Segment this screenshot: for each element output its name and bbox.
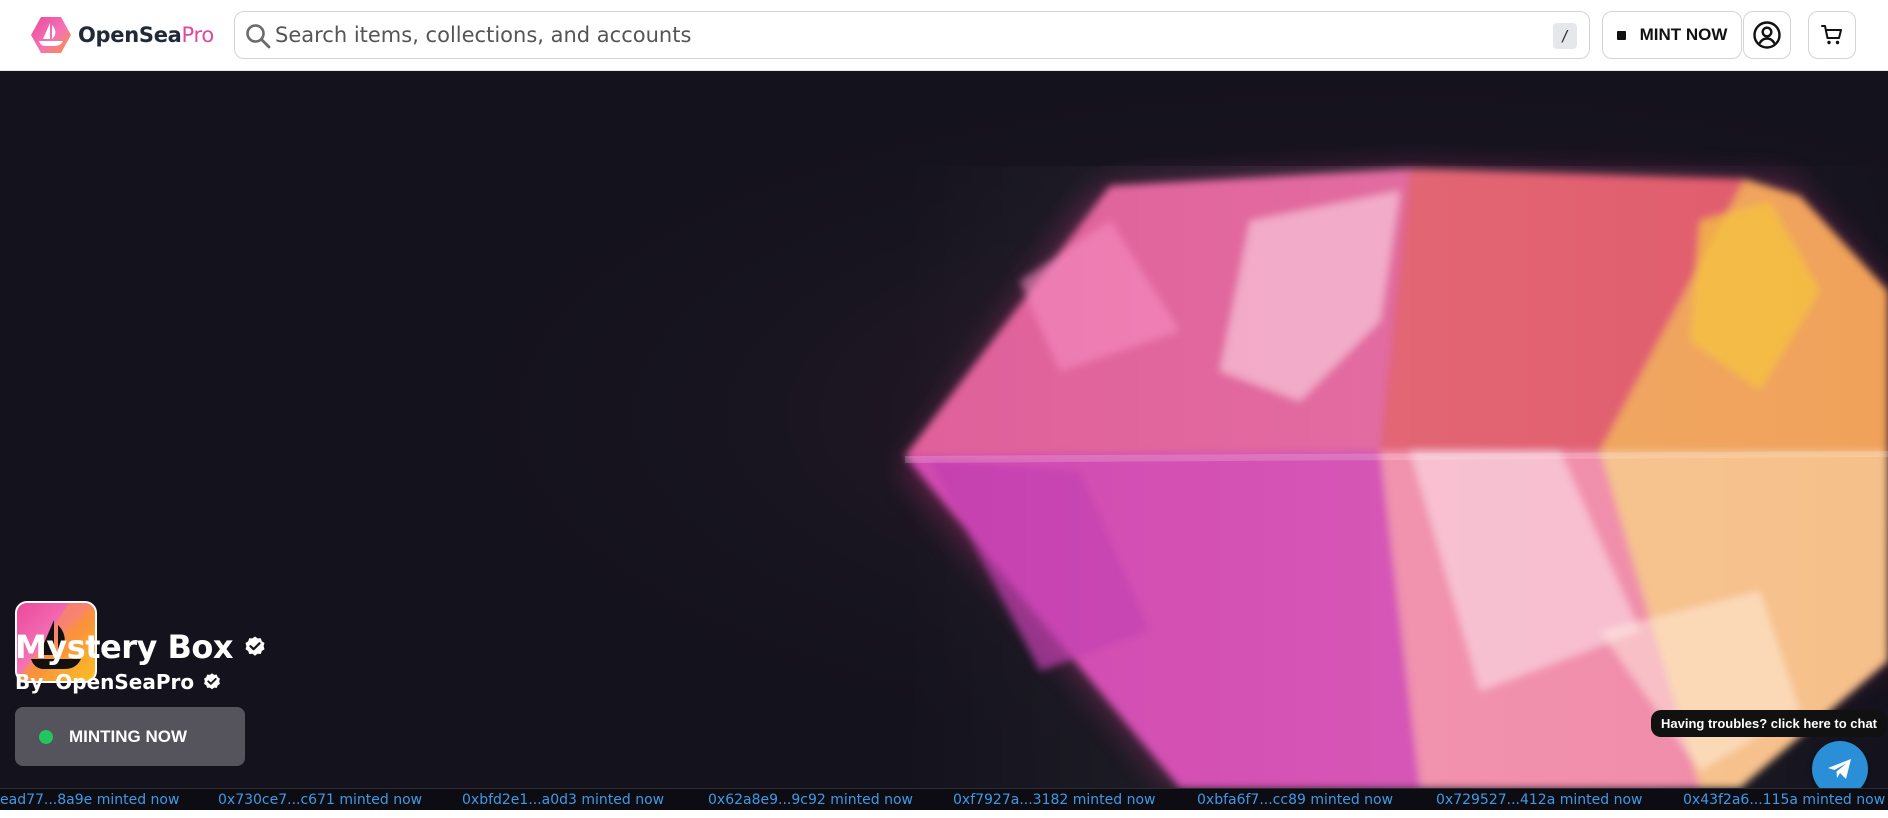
by-label: By xyxy=(15,670,44,694)
search-input[interactable] xyxy=(275,18,1525,52)
account-button[interactable] xyxy=(1743,11,1791,59)
collection-hero-banner: Mystery Box By OpenSeaPro MINTING NOW Ha… xyxy=(0,71,1888,788)
mint-now-button[interactable]: MINT NOW xyxy=(1602,11,1742,59)
ticker-item[interactable]: 0x43f2a6...115a minted now xyxy=(1683,792,1885,808)
collection-title-row: Mystery Box xyxy=(15,628,267,666)
logo-pro-text: Pro xyxy=(181,23,215,47)
ticker-item[interactable]: 0xf7927a...3182 minted now xyxy=(953,792,1156,808)
creator-row: By OpenSeaPro xyxy=(15,670,222,694)
search-icon xyxy=(246,24,271,49)
ticker-item[interactable]: ead77...8a9e minted now xyxy=(0,792,179,808)
minting-now-status[interactable]: MINTING NOW xyxy=(15,707,245,766)
page: OpenSea Pro / MINT NOW xyxy=(0,0,1888,818)
chat-button[interactable] xyxy=(1812,741,1868,788)
collection-title: Mystery Box xyxy=(15,628,234,666)
cart-button[interactable] xyxy=(1808,11,1856,59)
square-icon xyxy=(1616,30,1626,40)
chat-tooltip[interactable]: Having troubles? click here to chat xyxy=(1651,710,1887,737)
status-dot-icon xyxy=(39,729,53,744)
minting-now-label: MINTING NOW xyxy=(69,726,188,746)
creator-link[interactable]: OpenSeaPro xyxy=(55,670,194,694)
mint-now-label: MINT NOW xyxy=(1639,25,1728,44)
verified-badge-icon xyxy=(245,636,265,656)
search-shortcut-key: / xyxy=(1553,23,1577,49)
gem-banner-image xyxy=(0,71,1888,788)
search-bar: / xyxy=(234,11,1590,59)
opensea-pro-logo[interactable]: OpenSea Pro xyxy=(30,15,214,55)
chat-tooltip-text: Having troubles? click here to chat xyxy=(1661,716,1877,731)
logo-brand-text: OpenSea xyxy=(78,23,182,47)
opensea-pro-logo-icon xyxy=(31,17,71,53)
mint-activity-ticker: ead77...8a9e minted now 0x730ce7...c671 … xyxy=(0,788,1888,810)
ticker-item[interactable]: 0xbfd2e1...a0d3 minted now xyxy=(462,792,664,808)
telegram-send-icon xyxy=(1828,759,1851,779)
verified-badge-icon xyxy=(204,673,221,690)
ticker-item[interactable]: 0x62a8e9...9c92 minted now xyxy=(708,792,913,808)
ticker-item[interactable]: 0x730ce7...c671 minted now xyxy=(218,792,422,808)
user-circle-icon xyxy=(1753,21,1781,49)
ticker-item[interactable]: 0x729527...412a minted now xyxy=(1436,792,1642,808)
ticker-item[interactable]: 0xbfa6f7...cc89 minted now xyxy=(1197,792,1393,808)
top-nav: OpenSea Pro / MINT NOW xyxy=(0,0,1888,71)
cart-icon xyxy=(1821,25,1842,45)
